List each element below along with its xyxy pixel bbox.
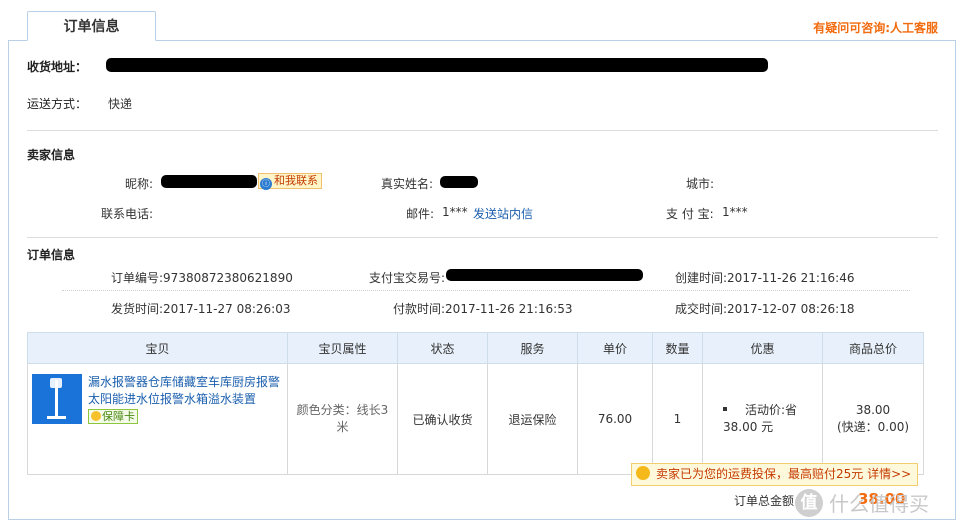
watermark-icon: 值 [795, 488, 823, 517]
tab-order-info[interactable]: 订单信息 [27, 11, 156, 41]
item-total: 38.00 (快递：0.00) [822, 363, 924, 475]
realname-label: 真实姓名: [381, 177, 434, 191]
return-insurance-link[interactable]: 退运保险 [487, 363, 578, 475]
header-status: 状态 [397, 332, 488, 364]
email-label: 邮件: [406, 207, 435, 221]
chat-icon: ⓘ [260, 178, 272, 190]
item-status: 已确认收货 [397, 363, 488, 475]
shipping-method-label: 运送方式： [27, 97, 88, 111]
send-message-link[interactable]: 发送站内信 [473, 205, 533, 222]
city-label: 城市: [686, 177, 715, 191]
divider [27, 130, 938, 131]
table-row: 漏水报警器仓库储藏室车库厨房报警太阳能进水位报警水箱溢水装置 保障卡 颜色分类：… [27, 363, 924, 475]
nickname-label: 昵称: [125, 177, 154, 191]
tab-title: 订单信息 [63, 19, 120, 35]
nickname-redacted [161, 175, 257, 188]
seller-section-title: 卖家信息 [27, 148, 76, 162]
promo-line-2: 38.00 元 [723, 420, 774, 434]
item-quantity: 1 [652, 363, 703, 475]
completed-time: 成交时间:2017-12-07 08:26:18 [675, 302, 855, 316]
promo-line-1: 活动价:省 [745, 403, 798, 417]
product-title-link[interactable]: 漏水报警器仓库储藏室车库厨房报警太阳能进水位报警水箱溢水装置 [88, 374, 283, 408]
product-thumbnail[interactable] [32, 374, 82, 424]
item-shipping-fee: (快递：0.00) [836, 420, 910, 434]
item-unit-price: 76.00 [577, 363, 653, 475]
header-quantity: 数量 [652, 332, 703, 364]
address-label: 收货地址： [27, 60, 88, 74]
contact-seller-button[interactable]: ⓘ 和我联系 [258, 173, 322, 190]
header-unit-price: 单价 [577, 332, 653, 364]
guarantee-badge[interactable]: 保障卡 [88, 409, 138, 424]
notice-text: 卖家已为您的运费投保，最高赔付25元 详情>> [656, 467, 912, 481]
header-discount: 优惠 [702, 332, 823, 364]
customer-service-link[interactable]: 有疑问可咨询:人工客服 [813, 19, 938, 36]
watermark-text: 什么值得买 [829, 492, 929, 516]
item-total-value: 38.00 [855, 403, 891, 417]
table-header-row: 宝贝 宝贝属性 状态 服务 单价 数量 优惠 商品总价 [27, 332, 924, 364]
paid-time: 付款时间:2017-11-26 21:16:53 [393, 302, 573, 316]
divider [27, 237, 938, 238]
header-item: 宝贝 [27, 332, 288, 364]
phone-label: 联系电话: [101, 207, 154, 221]
item-cell: 漏水报警器仓库储藏室车库厨房报警太阳能进水位报警水箱溢水装置 保障卡 [27, 363, 288, 475]
shipping-insurance-notice[interactable]: 卖家已为您的运费投保，最高赔付25元 详情>> [631, 463, 918, 486]
header-total: 商品总价 [822, 332, 924, 364]
header-attr: 宝贝属性 [287, 332, 398, 364]
item-discount: 活动价:省 38.00 元 [702, 363, 823, 475]
shipping-method-value: 快递 [108, 97, 133, 111]
created-time: 创建时间:2017-11-26 21:16:46 [675, 271, 855, 285]
item-attr: 颜色分类：线长3米 [287, 363, 398, 475]
realname-redacted [440, 176, 478, 188]
alipay-label: 支 付 宝: [666, 207, 714, 221]
contact-seller-label: 和我联系 [274, 174, 318, 187]
address-redacted [106, 58, 768, 72]
order-items-table: 宝贝 宝贝属性 状态 服务 单价 数量 优惠 商品总价 漏水报警器仓库储藏室车库… [27, 332, 924, 475]
email-value: 1*** [442, 205, 468, 219]
order-section-title: 订单信息 [27, 248, 76, 262]
dotted-divider [62, 290, 910, 291]
alipay-value: 1*** [722, 205, 748, 219]
lightbulb-icon [636, 466, 650, 480]
alipay-trade-redacted [446, 269, 643, 281]
watermark-logo: 值什么值得买 [795, 488, 929, 517]
guarantee-icon [91, 411, 101, 421]
order-number: 订单编号:97380872380621890 [111, 271, 293, 285]
guarantee-label: 保障卡 [102, 410, 135, 423]
shipped-time: 发货时间:2017-11-27 08:26:03 [111, 302, 291, 316]
header-service: 服务 [487, 332, 578, 364]
alipay-trade-label: 支付宝交易号: [369, 271, 446, 285]
order-total-label: 订单总金额 [734, 494, 795, 508]
